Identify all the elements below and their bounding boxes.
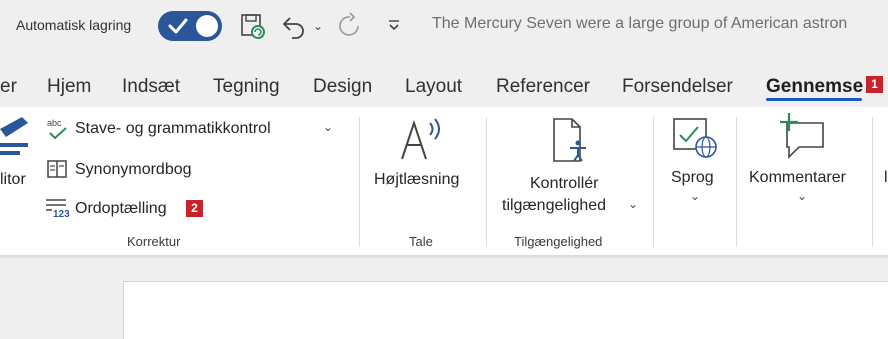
group-label-proofing: Korrektur (127, 234, 181, 249)
tab-indsaet[interactable]: Indsæt (122, 76, 180, 98)
svg-text:abc: abc (47, 118, 62, 128)
editor-icon[interactable] (0, 115, 32, 159)
document-page[interactable] (123, 281, 888, 339)
accessibility-dropdown-icon[interactable]: ⌄ (628, 197, 638, 211)
language-button[interactable]: Sprog (671, 169, 714, 187)
accessibility-check-button-line1[interactable]: Kontrollér (530, 175, 598, 193)
comments-button[interactable]: Kommentarer (749, 169, 846, 187)
tab-referencer[interactable]: Referencer (496, 76, 590, 98)
group-label-speech: Tale (409, 234, 433, 249)
language-icon (673, 118, 717, 158)
read-aloud-icon (401, 118, 440, 160)
spellcheck-icon: abc (47, 118, 67, 140)
tab-gennemse[interactable]: Gennemse (766, 76, 863, 98)
undo-dropdown-icon[interactable]: ⌄ (313, 19, 323, 33)
redo-icon[interactable] (336, 12, 364, 40)
thesaurus-icon (47, 160, 67, 178)
step-badge-2: 2 (186, 200, 203, 217)
step-badge-1: 1 (866, 76, 883, 93)
language-dropdown-icon[interactable]: ⌄ (690, 189, 700, 203)
thesaurus-button[interactable]: Synonymordbog (75, 161, 192, 179)
next-group-partial: l (884, 169, 888, 186)
editor-label[interactable]: litor (0, 171, 26, 189)
ribbon-shadow (0, 255, 888, 259)
new-comment-icon (780, 113, 824, 159)
check-icon (168, 18, 188, 34)
save-icon[interactable] (238, 12, 266, 40)
customize-quick-access-icon[interactable] (386, 18, 402, 34)
tab-design[interactable]: Design (313, 76, 372, 98)
undo-icon[interactable] (280, 12, 308, 40)
svg-text:123: 123 (53, 209, 70, 219)
tab-forsendelser[interactable]: Forsendelser (622, 76, 733, 98)
tab-partial[interactable]: er (0, 76, 17, 98)
ribbon-panel: litor abc Stave- og grammatikkontrol ⌄ S… (0, 107, 888, 255)
title-bar: Automatisk lagring ⌄ The Mercury Seven w… (0, 0, 888, 54)
accessibility-check-button-line2[interactable]: tilgængelighed (502, 197, 606, 215)
active-tab-indicator (766, 98, 862, 101)
group-separator (653, 117, 654, 247)
read-aloud-button[interactable]: Højtlæsning (374, 171, 459, 189)
group-separator (872, 117, 873, 247)
comments-dropdown-icon[interactable]: ⌄ (797, 189, 807, 203)
autosave-label: Automatisk lagring (16, 17, 132, 33)
tab-layout[interactable]: Layout (405, 76, 462, 98)
group-separator (736, 117, 737, 247)
group-separator (486, 117, 487, 247)
ribbon-tabs: er Hjem Indsæt Tegning Design Layout Ref… (0, 54, 888, 106)
document-title: The Mercury Seven were a large group of … (432, 15, 848, 32)
spellcheck-button[interactable]: Stave- og grammatikkontrol (75, 120, 271, 138)
word-count-button[interactable]: Ordoptælling (75, 200, 167, 218)
toggle-knob (196, 15, 218, 37)
accessibility-check-icon (553, 118, 586, 162)
word-count-icon: 123 (46, 199, 70, 219)
spellcheck-dropdown-icon[interactable]: ⌄ (323, 120, 333, 134)
autosave-toggle[interactable] (158, 11, 222, 41)
tab-hjem[interactable]: Hjem (47, 76, 91, 98)
tab-tegning[interactable]: Tegning (213, 76, 280, 98)
group-label-accessibility: Tilgængelighed (514, 234, 603, 249)
group-separator (359, 117, 360, 247)
